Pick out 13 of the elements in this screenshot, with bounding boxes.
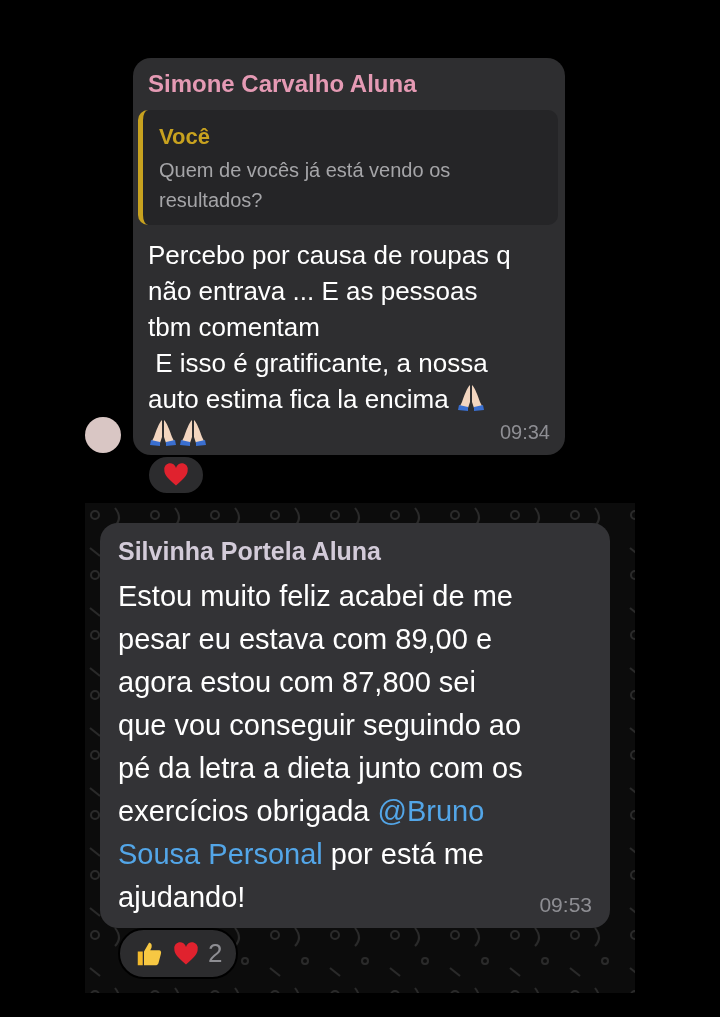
message-text: auto estima fica la encima: [148, 384, 449, 414]
message-time: 09:53: [539, 891, 592, 918]
sender-name: Simone Carvalho Aluna: [148, 69, 418, 99]
quoted-text: Quem de vocês já está vendo os resultados?: [159, 158, 452, 213]
quoted-message[interactable]: Você Quem de vocês já está vendo os resultados?: [138, 110, 558, 225]
reaction-pill[interactable]: 2: [118, 928, 239, 979]
mention-link[interactable]: @Bruno: [377, 794, 485, 827]
mention-link[interactable]: Sousa Personal: [118, 837, 323, 870]
sender-name: Silvinha Portela Aluna: [118, 536, 383, 567]
avatar-photo-placeholder: [85, 417, 121, 453]
message-time: 09:34: [499, 420, 550, 445]
quoted-author: Você: [159, 123, 211, 151]
reaction-count: 2: [208, 937, 223, 970]
